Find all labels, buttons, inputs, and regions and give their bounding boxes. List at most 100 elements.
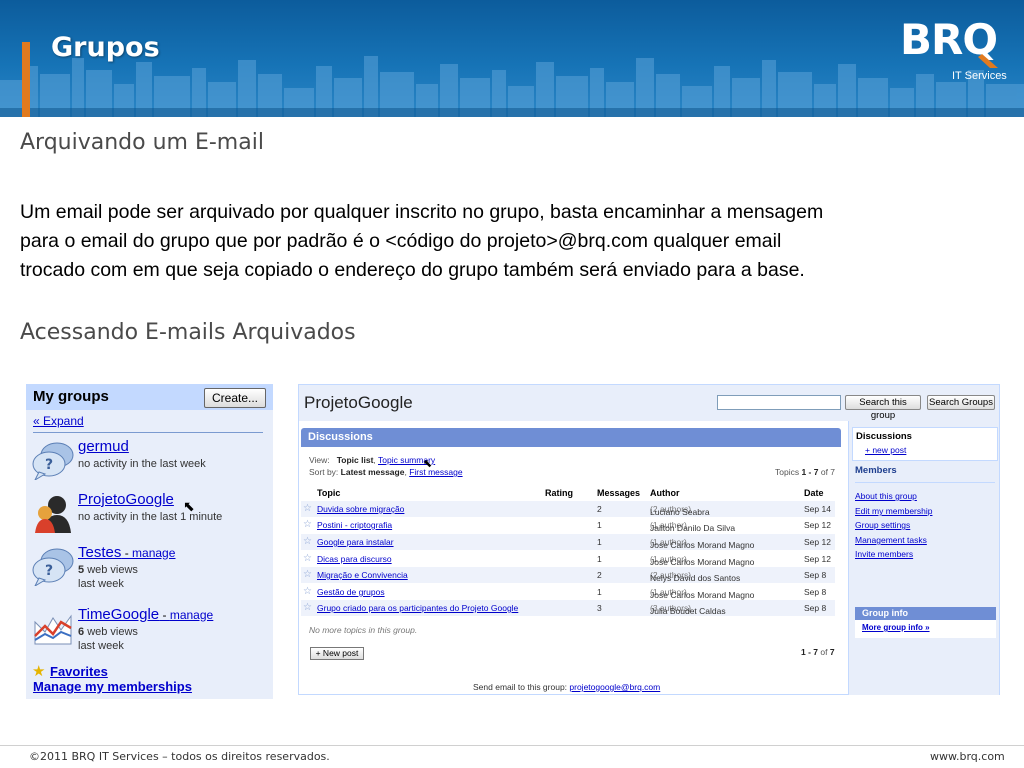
topic-link[interactable]: Gestão de grupos [317,587,385,597]
favorites-link[interactable]: Favorites [50,664,108,679]
column-rating[interactable]: Rating [545,488,573,498]
topics-of: of [818,467,831,477]
table-row[interactable]: ☆ Migração e Convivencia 2 Nelys David dos … [301,567,835,583]
paragraph-line: trocado com em que seja copiado o endere… [20,259,805,281]
star-icon[interactable]: ☆ [303,586,312,597]
star-icon: ★ [32,663,46,680]
group-settings-link[interactable]: Group settings [855,520,910,530]
table-row[interactable]: ☆ Postini - criptografia 1 Jailton Danilo D… [301,517,835,533]
star-icon[interactable]: ☆ [303,519,312,530]
header-banner: Grupos BRQ IT Services [0,0,1024,117]
author-name: Jose Carlos Morand Magno [650,540,755,550]
topic-link[interactable]: Duvida sobre migração [317,504,404,514]
group-name-testes[interactable]: Testes [78,544,121,561]
search-input[interactable] [717,395,841,410]
my-groups-header: My groups Create... [26,384,273,410]
group-name-timegoogle[interactable]: TimeGoogle [78,606,159,623]
group-item-testes: ? Testes - manage 5 web views last week [26,544,273,599]
star-icon[interactable]: ☆ [303,602,312,613]
author-name: Jose Carlos Morand Magno [650,557,755,567]
more-group-info-link[interactable]: More group info » [862,623,930,632]
topic-link[interactable]: Dicas para discurso [317,554,392,564]
views-label: web views [87,626,138,638]
date: Sep 12 [804,537,831,547]
group-info-bar: Group info [855,607,996,620]
date: Sep 12 [804,520,831,530]
search-groups-button[interactable]: Search Groups [927,395,995,410]
column-date[interactable]: Date [804,488,824,498]
star-icon[interactable]: ☆ [303,503,312,514]
sidebar-discussions-title[interactable]: Discussions [856,431,912,442]
star-icon[interactable]: ☆ [303,536,312,547]
group-period: last week [78,578,124,590]
create-group-button[interactable]: Create... [204,388,266,408]
author: Nelys David dos Santos (2 authors) [650,570,740,583]
author: Jailton Danilo Da Silva (1 author) [650,520,735,533]
author-name: Julia Boudet Caldas [650,606,726,616]
group-period: last week [78,640,124,652]
separator: - [159,608,170,622]
first-message-link[interactable]: First message [409,467,462,477]
bottom-pagination: 1 - 7 of 7 [801,647,835,657]
group-item-timegoogle: TimeGoogle - manage 6 web views last wee… [26,606,273,661]
expand-link[interactable]: « Expand [33,414,84,428]
date: Sep 14 [804,504,831,514]
management-tasks-link[interactable]: Management tasks [855,535,927,545]
group-link-germud[interactable]: germud [78,438,129,455]
date: Sep 8 [804,603,827,613]
slide-title: Grupos [51,32,160,63]
my-groups-panel: My groups Create... « Expand ? germud no… [26,384,273,699]
table-row[interactable]: ☆ Grupo criado para os participantes do P… [301,600,835,616]
star-icon[interactable]: ☆ [303,553,312,564]
topic-link[interactable]: Grupo criado para os participantes do Pr… [317,603,518,613]
author-name: Nelys David dos Santos [650,573,741,583]
table-row[interactable]: ☆ Google para instalar 1 Jose Carlos Morand… [301,534,835,550]
group-views: 6 web views [78,626,138,638]
star-icon[interactable]: ☆ [303,569,312,580]
heading-acessando: Acessando E-mails Arquivados [20,320,356,345]
about-group-link[interactable]: About this group [855,491,917,501]
column-messages[interactable]: Messages [597,488,640,498]
divider [855,482,995,483]
views-count: 6 [78,626,85,638]
sidebar-new-post-link[interactable]: + new post [865,445,906,455]
sort-current: Latest message [340,467,405,477]
group-views: 5 web views [78,564,138,576]
view-options: View: Topic list, Topic summary [309,455,436,465]
table-row[interactable]: ☆ Gestão de grupos 1 Jose Carlos Morand Mag… [301,584,835,600]
group-page-header: ProjetoGoogle Search this group Search G… [299,385,999,421]
group-email-link[interactable]: projetogoogle@brq.com [569,682,660,692]
manage-link[interactable]: manage [170,608,213,622]
logo-subtitle: IT Services [952,70,1007,82]
edit-membership-link[interactable]: Edit my membership [855,506,932,516]
table-row[interactable]: ☆ Dicas para discurso 1 Jose Carlos Morand … [301,551,835,567]
topic-link[interactable]: Google para instalar [317,537,394,547]
sidebar-members-link[interactable]: Members [855,465,897,476]
no-more-topics: No more topics in this group. [309,625,418,635]
manage-memberships-link[interactable]: Manage my memberships [33,679,192,694]
author: Jose Carlos Morand Magno (1 author) [650,537,754,550]
topic-link[interactable]: Migração e Convivencia [317,570,408,580]
group-info-title: Group info [862,608,908,618]
manage-link[interactable]: manage [132,546,175,560]
group-link-projetogoogle[interactable]: ProjetoGoogle [78,491,174,508]
column-topic[interactable]: Topic [317,488,340,498]
author-name: Jose Carlos Morand Magno [650,590,755,600]
author-name: Jailton Danilo Da Silva [650,523,736,533]
search-this-group-button[interactable]: Search this group [845,395,921,421]
view-label: View: [309,455,330,465]
new-post-button[interactable]: + New post [310,647,364,660]
heading-arquivando: Arquivando um E-mail [20,130,264,155]
table-row[interactable]: ☆ Duvida sobre migração 2 Luciano Seabra (2… [301,501,835,517]
topic-link[interactable]: Postini - criptografia [317,520,392,530]
column-author[interactable]: Author [650,488,680,498]
topics-prefix: Topics [775,467,802,477]
message-count: 1 [597,537,602,547]
footer-divider [0,745,1024,746]
message-count: 1 [597,554,602,564]
discussions-bar: Discussions [301,428,841,447]
topics-total: 7 [830,467,836,477]
invite-members-link[interactable]: Invite members [855,549,913,559]
topics-count: Topics 1 - 7 of 7 [775,467,835,477]
views-label: web views [87,564,138,576]
